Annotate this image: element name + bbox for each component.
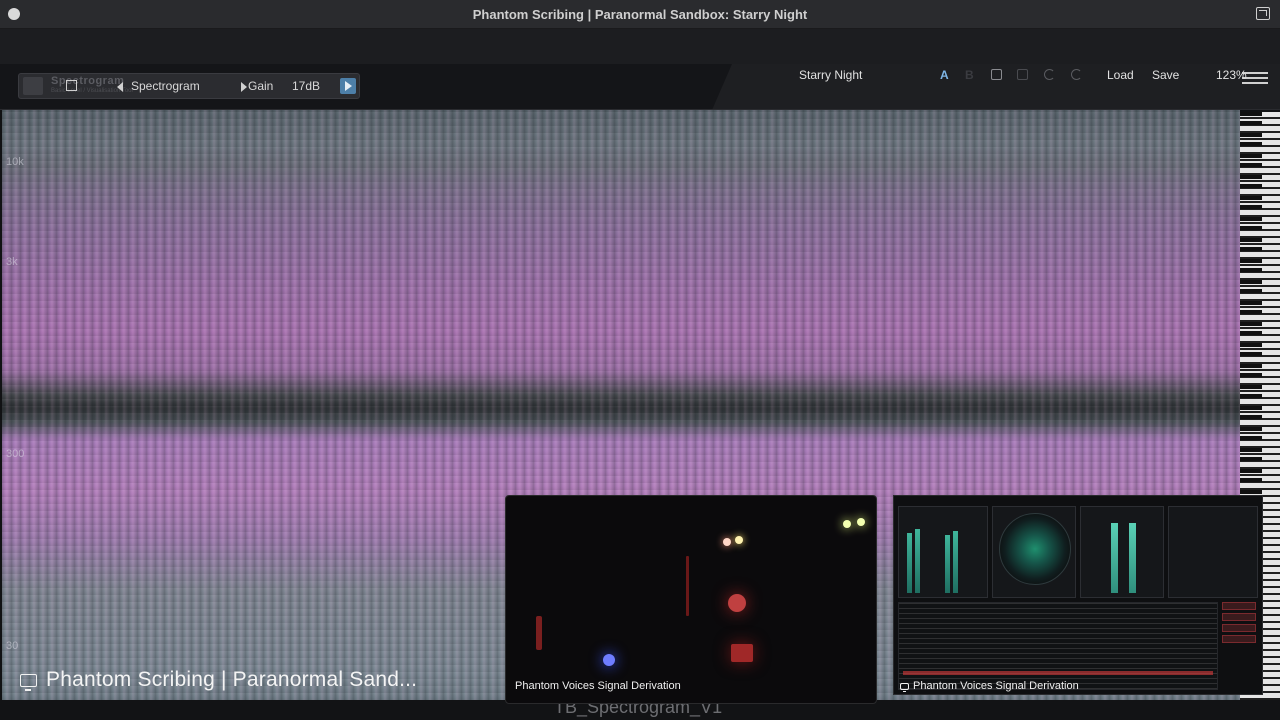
gain-value[interactable]: 17dB [292, 79, 320, 93]
monitor-icon [900, 682, 909, 692]
crop-icon[interactable] [66, 80, 77, 91]
monitor-icon [20, 673, 37, 691]
main-window-caption[interactable]: Phantom Scribing | Paranormal Sand... [20, 668, 417, 692]
view-mode-label[interactable]: Spectrogram [131, 79, 200, 93]
level-meter-panel [898, 506, 988, 598]
preset-name[interactable]: Starry Night [799, 68, 862, 82]
fullscreen-icon[interactable] [1256, 7, 1270, 20]
camera-thumbnail[interactable]: Phantom Voices Signal Derivation [505, 495, 877, 704]
zoom-level[interactable]: 123% [1216, 68, 1247, 82]
previous-view-button[interactable] [117, 82, 123, 92]
meters-caption: Phantom Voices Signal Derivation [900, 680, 1079, 692]
window-title: Phantom Scribing | Paranormal Sandbox: S… [472, 6, 808, 22]
gain-label: Gain [248, 79, 274, 93]
undo-icon[interactable] [1044, 69, 1055, 80]
meters-caption-text: Phantom Voices Signal Derivation [913, 680, 1079, 692]
freq-label: 30 [6, 640, 19, 652]
meters-thumbnail[interactable]: Phantom Voices Signal Derivation [893, 495, 1263, 695]
window-close-button[interactable] [8, 8, 20, 20]
spectrum-panel [898, 602, 1218, 690]
vectorscope-panel [992, 506, 1076, 598]
ab-compare-b[interactable]: B [965, 68, 974, 82]
meter-side-buttons [1222, 602, 1256, 690]
camera-caption: Phantom Voices Signal Derivation [515, 680, 681, 692]
play-button[interactable] [340, 78, 356, 94]
redo-icon[interactable] [1071, 69, 1082, 80]
freq-label: 10k [6, 156, 24, 168]
load-button[interactable]: Load [1107, 68, 1134, 82]
view-toolbar: Spectrogram Basic Level / Visualisation … [18, 73, 360, 99]
paste-icon[interactable] [1017, 69, 1028, 80]
ab-compare-a[interactable]: A [940, 68, 949, 82]
plugin-logo-text: Spectrogram [51, 75, 125, 87]
next-view-button[interactable] [241, 82, 247, 92]
copy-icon[interactable] [991, 69, 1002, 80]
phase-panel [1168, 506, 1258, 598]
title-bar: Phantom Scribing | Paranormal Sandbox: S… [0, 0, 1280, 29]
save-button[interactable]: Save [1152, 68, 1179, 82]
plugin-header: Spectrogram Basic Level / Visualisation … [0, 29, 1280, 110]
freq-label: 300 [6, 448, 25, 460]
plugin-logo-icon [23, 77, 43, 95]
main-caption-text: Phantom Scribing | Paranormal Sand... [46, 668, 418, 691]
correlation-panel [1080, 506, 1164, 598]
freq-label: 3k [6, 256, 18, 268]
